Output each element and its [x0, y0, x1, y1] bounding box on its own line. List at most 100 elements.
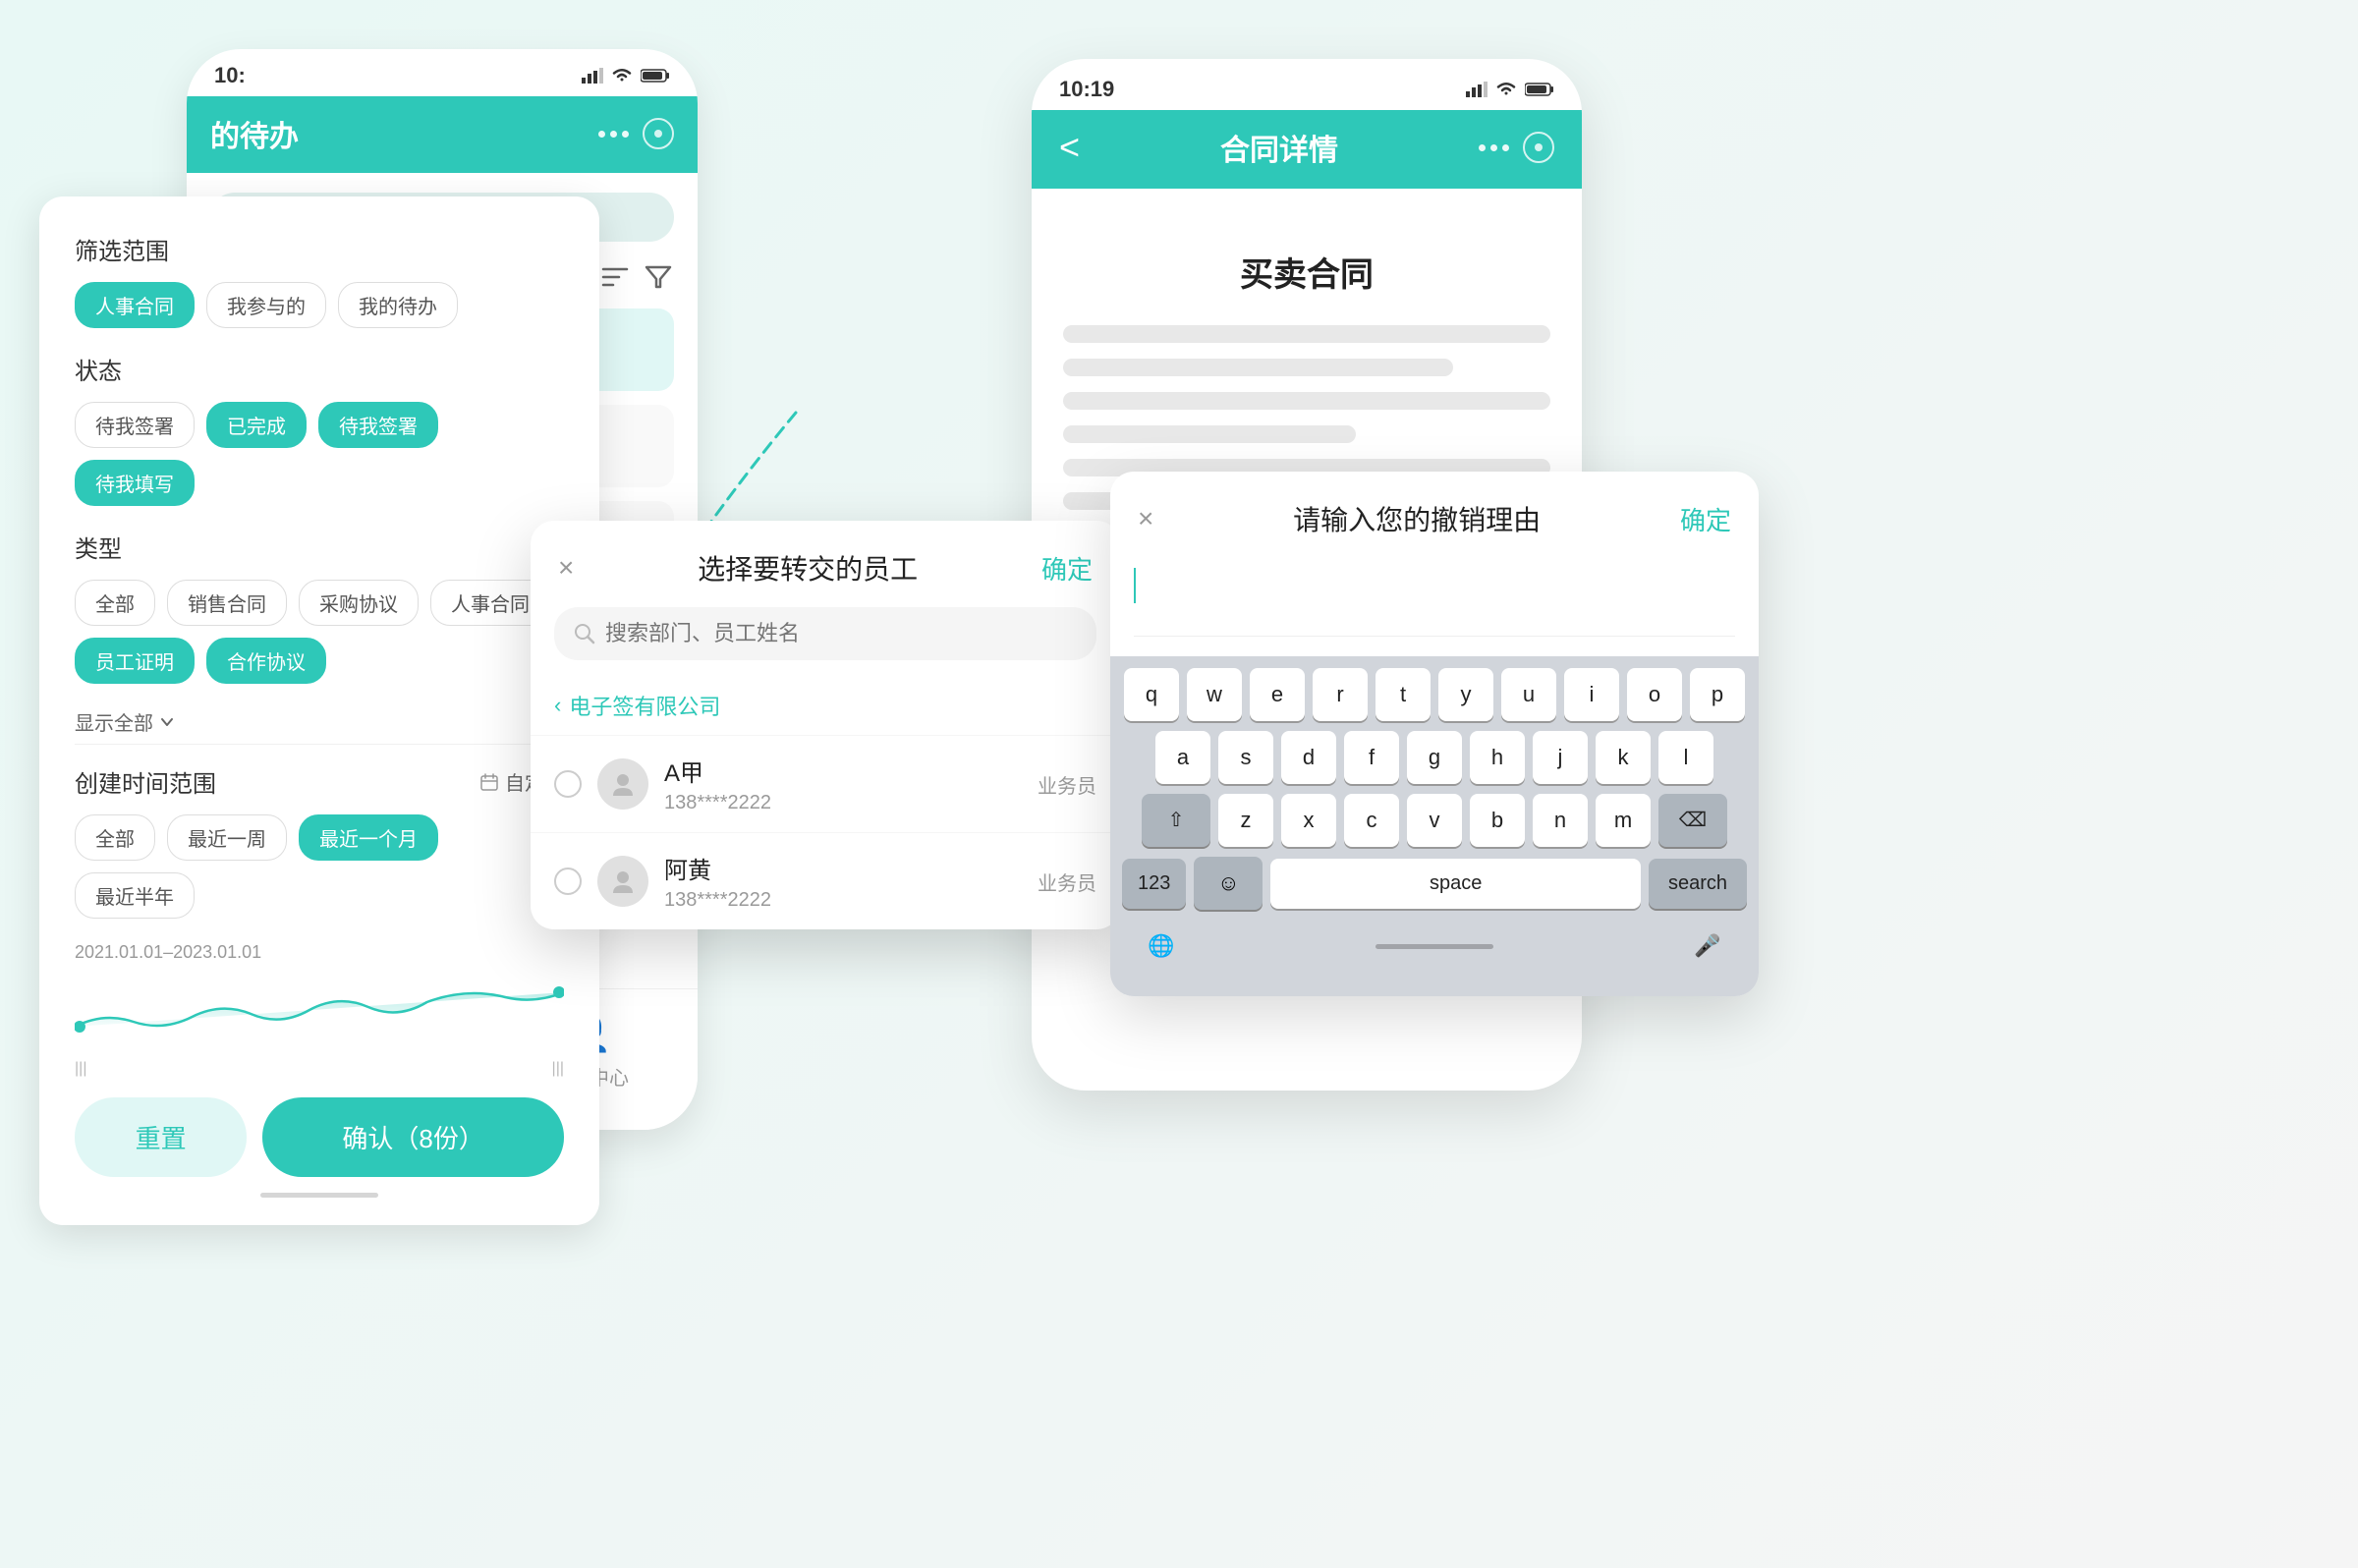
keyboard-row-2: a s d f g h j k l	[1116, 731, 1753, 784]
contract-header-title: 合同详情	[1220, 126, 1338, 169]
filter-range-tags: 人事合同 我参与的 我的待办	[75, 282, 564, 328]
status-icons-right	[1466, 82, 1554, 97]
status-bar-left: 10:	[187, 49, 698, 96]
tag-time-month[interactable]: 最近一个月	[299, 814, 438, 861]
key-d[interactable]: d	[1281, 731, 1336, 784]
key-space[interactable]: space	[1270, 859, 1641, 909]
key-123[interactable]: 123	[1122, 859, 1186, 909]
tag-sales[interactable]: 销售合同	[167, 580, 287, 626]
key-q[interactable]: q	[1124, 668, 1179, 721]
employee-item-0[interactable]: A甲 138****2222 业务员	[531, 735, 1120, 832]
key-emoji[interactable]: ☺	[1194, 857, 1263, 910]
filter-icon[interactable]	[643, 261, 674, 293]
key-r[interactable]: r	[1313, 668, 1368, 721]
record-icon-right[interactable]	[1523, 132, 1554, 163]
key-s[interactable]: s	[1218, 731, 1273, 784]
skeleton-1	[1063, 325, 1550, 343]
key-shift[interactable]: ⇧	[1142, 794, 1210, 847]
key-mic[interactable]: 🎤	[1668, 920, 1747, 973]
skeleton-4	[1063, 425, 1356, 443]
emp-role-1: 业务员	[1038, 868, 1096, 896]
skeleton-2	[1063, 359, 1453, 376]
tag-time-week[interactable]: 最近一周	[167, 814, 287, 861]
cancel-modal: × 请输入您的撤销理由 确定 q w e r t y u i o p a s d…	[1110, 472, 1759, 996]
tag-all[interactable]: 全部	[75, 580, 155, 626]
tag-pending-fill[interactable]: 待我填写	[75, 460, 195, 506]
confirm-button[interactable]: 确认（8份）	[262, 1097, 564, 1177]
key-u[interactable]: u	[1501, 668, 1556, 721]
key-m[interactable]: m	[1596, 794, 1651, 847]
key-z[interactable]: z	[1218, 794, 1273, 847]
tag-completed[interactable]: 已完成	[206, 402, 307, 448]
key-h[interactable]: h	[1470, 731, 1525, 784]
cancel-close-btn[interactable]: ×	[1138, 503, 1153, 534]
date-range-display: 2021.01.01–2023.01.01	[75, 942, 564, 963]
emp-info-1: 阿黄 138****2222	[664, 851, 1022, 912]
company-row[interactable]: ‹ 电子签有限公司	[531, 676, 1120, 735]
emp-name-0: A甲	[664, 754, 1022, 788]
phone-header-title-left: 的待办	[210, 112, 299, 155]
radio-1[interactable]	[554, 868, 582, 895]
time-range-header: 创建时间范围 自定义	[75, 764, 564, 799]
cancel-reason-input[interactable]	[1134, 558, 1735, 637]
key-globe[interactable]: 🌐	[1122, 920, 1201, 973]
key-x[interactable]: x	[1281, 794, 1336, 847]
tag-time-all[interactable]: 全部	[75, 814, 155, 861]
sort-icon[interactable]	[599, 261, 631, 293]
tag-pending-sign[interactable]: 待我签署	[75, 402, 195, 448]
back-button[interactable]: <	[1059, 127, 1080, 168]
key-n[interactable]: n	[1533, 794, 1588, 847]
key-a[interactable]: a	[1155, 731, 1210, 784]
key-v[interactable]: v	[1407, 794, 1462, 847]
record-icon-left[interactable]	[643, 118, 674, 149]
key-w[interactable]: w	[1187, 668, 1242, 721]
radio-0[interactable]	[554, 770, 582, 798]
section-time: 创建时间范围	[75, 764, 216, 799]
transfer-close-btn[interactable]: ×	[558, 552, 574, 584]
key-b[interactable]: b	[1470, 794, 1525, 847]
wifi-icon	[611, 68, 633, 84]
key-k[interactable]: k	[1596, 731, 1651, 784]
employee-item-1[interactable]: 阿黄 138****2222 业务员	[531, 832, 1120, 929]
time-tags: 全部 最近一周 最近一个月 最近半年	[75, 814, 564, 919]
key-search[interactable]: search	[1649, 859, 1747, 909]
text-cursor	[1134, 568, 1136, 603]
key-l[interactable]: l	[1658, 731, 1713, 784]
key-e[interactable]: e	[1250, 668, 1305, 721]
tick-left: |||	[75, 1060, 86, 1078]
reset-button[interactable]: 重置	[75, 1097, 247, 1177]
emp-phone-0: 138****2222	[664, 792, 1022, 814]
employee-search-input[interactable]	[605, 621, 1077, 646]
tag-my-todo[interactable]: 我的待办	[338, 282, 458, 328]
cancel-confirm-btn[interactable]: 确定	[1680, 501, 1731, 537]
transfer-confirm-btn[interactable]: 确定	[1041, 550, 1093, 587]
keyboard-row-1: q w e r t y u i o p	[1116, 668, 1753, 721]
tag-purchase[interactable]: 采购协议	[299, 580, 419, 626]
tag-pending-my-sign[interactable]: 待我签署	[318, 402, 438, 448]
show-all-row[interactable]: 显示全部	[75, 707, 564, 736]
key-y[interactable]: y	[1438, 668, 1493, 721]
employee-search-bar[interactable]	[554, 607, 1096, 660]
tag-hr-contract[interactable]: 人事合同	[75, 282, 195, 328]
key-o[interactable]: o	[1627, 668, 1682, 721]
key-i[interactable]: i	[1564, 668, 1619, 721]
keyboard-row-4: 123 ☺ space search	[1116, 857, 1753, 910]
key-p[interactable]: p	[1690, 668, 1745, 721]
section-status: 状态	[75, 352, 564, 386]
key-f[interactable]: f	[1344, 731, 1399, 784]
more-icon-right[interactable]	[1479, 144, 1509, 151]
tag-cooperation[interactable]: 合作协议	[206, 638, 326, 684]
wifi-icon-right	[1495, 82, 1517, 97]
tag-my-participated[interactable]: 我参与的	[206, 282, 326, 328]
key-j[interactable]: j	[1533, 731, 1588, 784]
more-icon-left[interactable]	[598, 131, 629, 138]
key-c[interactable]: c	[1344, 794, 1399, 847]
status-icons-left	[582, 68, 670, 84]
tag-employee-cert[interactable]: 员工证明	[75, 638, 195, 684]
key-g[interactable]: g	[1407, 731, 1462, 784]
avatar-1	[597, 856, 648, 907]
time-chart	[75, 973, 564, 1051]
tag-time-halfyear[interactable]: 最近半年	[75, 872, 195, 919]
key-backspace[interactable]: ⌫	[1658, 794, 1727, 847]
key-t[interactable]: t	[1376, 668, 1431, 721]
